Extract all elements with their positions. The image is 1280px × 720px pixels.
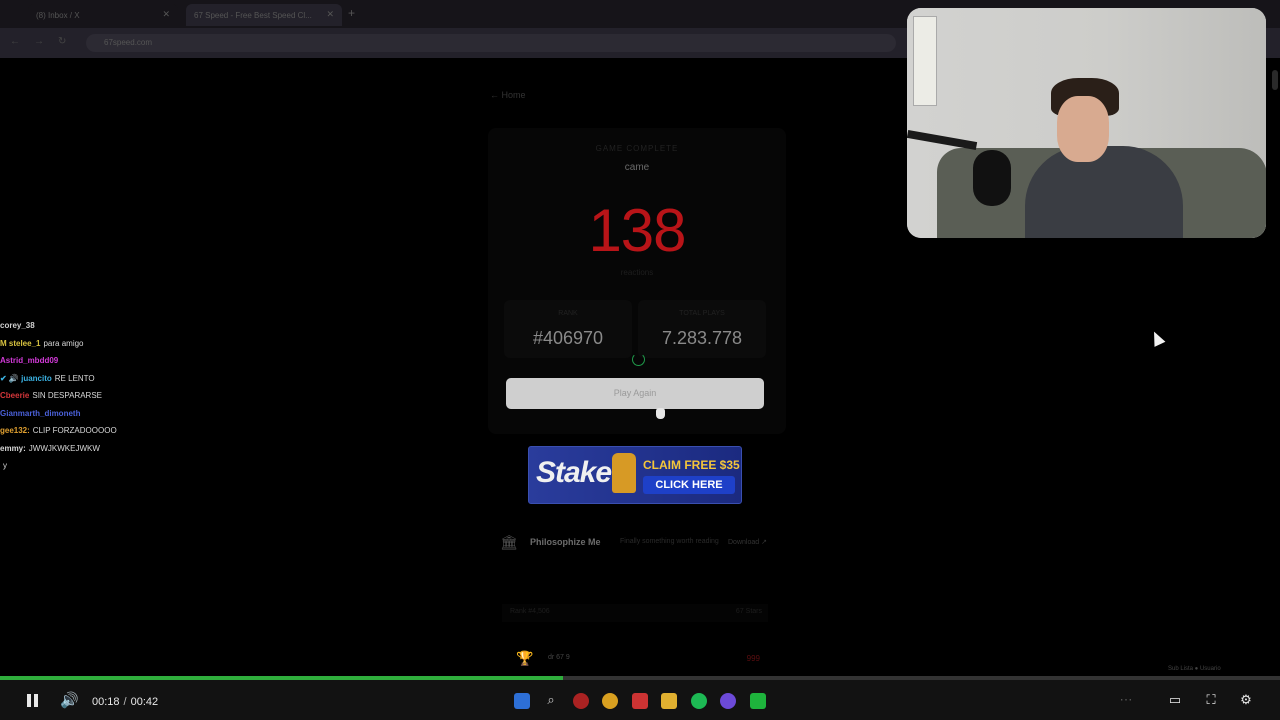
trophy-icon: 🏆 (516, 650, 534, 666)
chat-message: Cbeerie SIN DESPARARSE (0, 391, 103, 400)
results-kicker: GAME COMPLETE (595, 144, 679, 153)
volume-icon[interactable]: 🔊 (60, 691, 79, 709)
chat-message: emmy: JWWJKWKEJWKW (0, 443, 100, 453)
leaderboard-row[interactable]: 🏆 dr 67 9 999 (502, 648, 768, 670)
stream-chat-overlay: corey_38 M stelee_1 para amigo Astrid_mbd… (0, 317, 160, 475)
total-plays-stat: TOTAL PLAYS 7.283.778 (638, 300, 766, 358)
settings-small-icon: ⋯ (1119, 692, 1133, 707)
discord-icon (720, 693, 736, 709)
fullscreen-icon[interactable]: ⛶ (1203, 693, 1219, 707)
url-field[interactable]: 67speed.com (86, 34, 896, 52)
speed-settings-icon[interactable]: ⚙ (1238, 693, 1254, 707)
tab-title: (8) Inbox / X (36, 10, 80, 20)
video-controls: 🔊 00:18/00:42 ⌕ ⋯ ▭ ⛶ ⚙ (0, 680, 1280, 720)
ad-brand: Stake (536, 456, 612, 489)
folder-icon (661, 693, 677, 709)
ad-click-button[interactable]: CLICK HERE (643, 476, 735, 494)
bank-icon: 🏛 (500, 534, 518, 550)
total-plays-value: 7.283.778 (661, 328, 743, 348)
leaderboard-header: Rank #4,506 67 Stars (502, 604, 768, 622)
obs-icon (750, 693, 766, 709)
sponsor-description: Finally something worth reading (620, 538, 719, 545)
microphone-icon (973, 150, 1011, 206)
loading-spinner-icon (632, 353, 645, 366)
sponsor-download-link[interactable]: Download ↗ (728, 538, 767, 546)
app-icon (573, 693, 589, 709)
rank-label: RANK (558, 310, 578, 317)
webcam-person-body (1025, 146, 1183, 238)
play-again-button[interactable]: Play Again (506, 378, 764, 409)
chat-message: M stelee_1 para amigo (0, 338, 84, 348)
topic-label: came (624, 162, 650, 173)
back-icon[interactable]: ← (10, 36, 20, 47)
search-icon: ⌕ (547, 692, 555, 707)
time-display: 00:18/00:42 (92, 696, 159, 708)
tab-title: 67 Speed - Free Best Speed Cl... (194, 10, 312, 20)
leaderboard-rank: Rank #4,506 (510, 608, 550, 615)
chrome-icon (602, 693, 618, 709)
chat-message: ✔ 🔊 juancito RE LENTO (0, 373, 95, 383)
hand-pointer-cursor-icon (656, 408, 665, 419)
home-link[interactable]: ← Home (490, 90, 526, 100)
calendar-icon (632, 693, 648, 709)
spotify-icon (691, 693, 707, 709)
browser-tab-x[interactable]: (8) Inbox / X ✕ (28, 4, 178, 26)
stake-ad-banner[interactable]: Stake CLAIM FREE $35 CLICK HERE (528, 446, 742, 504)
chat-message: gee132: CLIP FORZADOOOOO (0, 426, 117, 435)
chat-message: Gianmarth_dimoneth (0, 408, 81, 418)
webcam-wall-paper (913, 16, 937, 106)
windows-start-icon (514, 693, 530, 709)
sponsor-row[interactable]: 🏛 Philosophize Me Finally something wort… (500, 532, 776, 556)
rank-value: #406970 (532, 328, 604, 348)
forward-icon[interactable]: → (34, 36, 44, 47)
score-label: reactions (620, 268, 654, 277)
leaderboard-row-name: dr 67 9 (548, 654, 570, 661)
rank-stat: RANK #406970 (504, 300, 632, 358)
score-value: 138 (588, 197, 686, 264)
chat-message: Astrid_mbdd09 (0, 356, 59, 365)
chat-message: y (3, 461, 7, 470)
scrollbar[interactable] (1272, 70, 1278, 90)
overlay-label: Sub Lista ● Usuario (1168, 666, 1221, 672)
chat-message: corey_38 (0, 321, 35, 330)
webcam-person-face (1057, 96, 1109, 162)
webcam-overlay (907, 8, 1266, 238)
new-tab-icon[interactable]: + (348, 6, 355, 20)
close-tab-icon[interactable]: ✕ (326, 9, 334, 20)
close-tab-icon[interactable]: ✕ (162, 9, 170, 20)
sponsor-name: Philosophize Me (530, 537, 601, 547)
theater-mode-icon[interactable]: ▭ (1167, 693, 1183, 707)
leaderboard-row-score: 999 (746, 654, 760, 663)
browser-tab-67speed[interactable]: 67 Speed - Free Best Speed Cl... ✕ (186, 4, 342, 26)
leaderboard-stars: 67 Stars (735, 608, 762, 615)
total-plays-label: TOTAL PLAYS (679, 310, 725, 317)
pause-icon[interactable] (26, 694, 39, 707)
reload-icon[interactable]: ↻ (58, 36, 66, 47)
ad-claim-text: CLAIM FREE $35 (643, 458, 740, 472)
ad-mascot-icon (612, 453, 636, 493)
